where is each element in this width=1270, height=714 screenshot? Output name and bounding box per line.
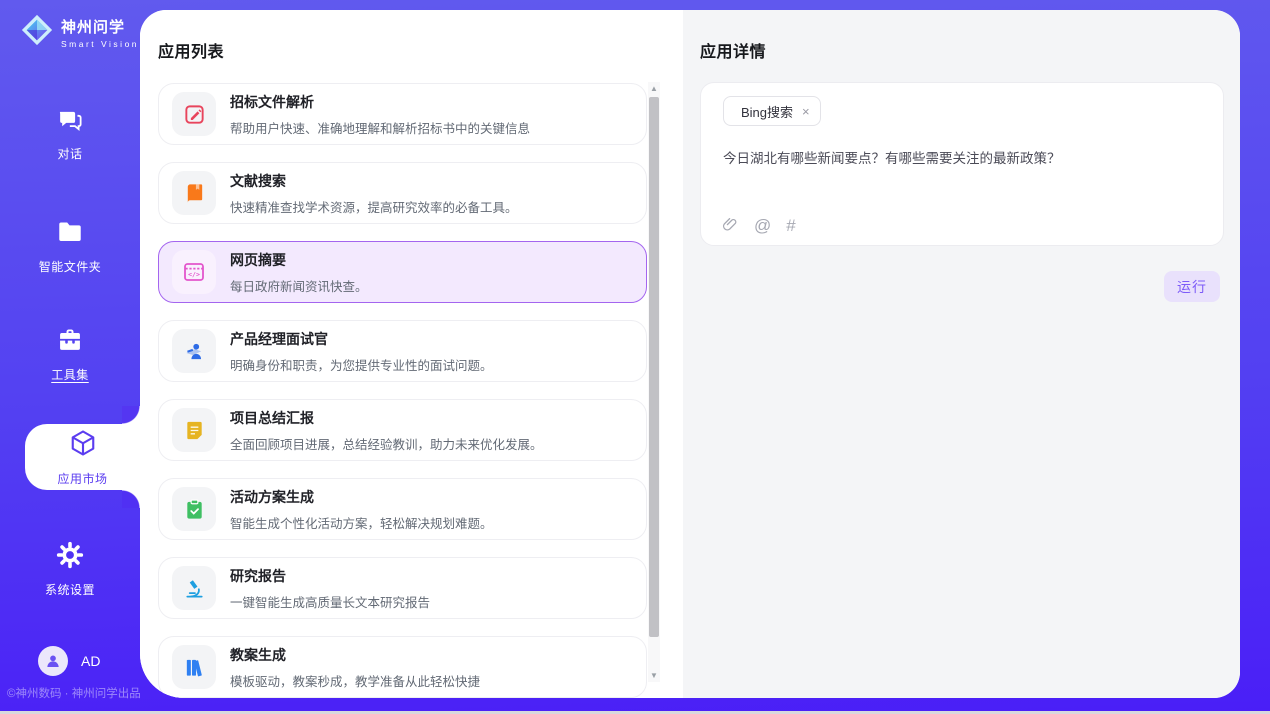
at-icon[interactable]: @ <box>754 217 771 234</box>
interviewer-icon <box>172 329 216 373</box>
tool-chip-label: Bing搜索 <box>741 102 793 121</box>
app-card-title: 文献搜索 <box>230 171 518 191</box>
sidebar-nav: 对话 智能文件夹 工具集 应用市场 系统设置 <box>0 0 140 714</box>
hash-icon[interactable]: # <box>786 217 795 234</box>
note-icon <box>172 408 216 452</box>
paperclip-icon[interactable] <box>721 216 739 234</box>
app-card-description: 快速精准查找学术资源，提高研究效率的必备工具。 <box>230 197 518 216</box>
scroll-up-icon[interactable]: ▲ <box>648 84 660 93</box>
app-card-description: 每日政府新闻资讯快查。 <box>230 276 368 295</box>
query-input[interactable]: 今日湖北有哪些新闻要点？有哪些需要关注的最新政策？ <box>723 149 1201 169</box>
scrollbar-thumb[interactable] <box>649 97 659 637</box>
microscope-icon <box>172 566 216 610</box>
app-card[interactable]: 研究报告 一键智能生成高质量长文本研究报告 <box>158 557 647 619</box>
app-list: 招标文件解析 帮助用户快速、准确地理解和解析招标书中的关键信息 文献搜索 快速精… <box>158 83 647 698</box>
toolbox-icon <box>56 326 84 359</box>
avatar[interactable] <box>38 646 68 676</box>
app-card-title: 产品经理面试官 <box>230 329 493 349</box>
main-content: 应用列表 招标文件解析 帮助用户快速、准确地理解和解析招标书中的关键信息 文献搜… <box>140 10 1240 698</box>
app-card-description: 一键智能生成高质量长文本研究报告 <box>230 592 430 611</box>
svg-text:</>: </> <box>188 271 200 279</box>
app-card-title: 研究报告 <box>230 566 430 586</box>
sidebar-item[interactable]: 对话 <box>0 106 140 162</box>
app-card[interactable]: 文献搜索 快速精准查找学术资源，提高研究效率的必备工具。 <box>158 162 647 224</box>
app-card-title: 网页摘要 <box>230 250 368 270</box>
app-card-description: 全面回顾项目进展，总结经验教训，助力未来优化发展。 <box>230 434 543 453</box>
app-card[interactable]: 活动方案生成 智能生成个性化活动方案，轻松解决规划难题。 <box>158 478 647 540</box>
copyright-footer: ©神州数码 · 神州问学出品 <box>7 685 141 701</box>
book-icon <box>172 171 216 215</box>
app-card-title: 活动方案生成 <box>230 487 493 507</box>
app-card-description: 明确身份和职责，为您提供专业性的面试问题。 <box>230 355 493 374</box>
app-card-description: 模板驱动，教案秒成，教学准备从此轻松快捷 <box>230 671 480 690</box>
app-card[interactable]: 招标文件解析 帮助用户快速、准确地理解和解析招标书中的关键信息 <box>158 83 647 145</box>
sidebar-item[interactable]: 智能文件夹 <box>0 218 140 275</box>
app-card-title: 教案生成 <box>230 645 480 665</box>
scrollbar[interactable]: ▲ ▼ <box>648 82 660 682</box>
chat-icon <box>57 106 84 138</box>
composer-toolbar: @# <box>721 216 796 234</box>
app-card-description: 帮助用户快速、准确地理解和解析招标书中的关键信息 <box>230 118 530 137</box>
sidebar: 神州问学 Smart Vision 对话 智能文件夹 工具集 应用市场 系统设置… <box>0 0 140 714</box>
document-edit-icon <box>172 92 216 136</box>
app-card[interactable]: 产品经理面试官 明确身份和职责，为您提供专业性的面试问题。 <box>158 320 647 382</box>
sidebar-item[interactable]: 应用市场 <box>25 424 140 490</box>
sidebar-item[interactable]: 系统设置 <box>0 541 140 598</box>
app-list-pane: 应用列表 招标文件解析 帮助用户快速、准确地理解和解析招标书中的关键信息 文献搜… <box>140 10 683 698</box>
close-icon[interactable]: × <box>802 104 810 119</box>
scroll-down-icon[interactable]: ▼ <box>648 671 660 680</box>
prompt-card: Bing搜索 × 今日湖北有哪些新闻要点？有哪些需要关注的最新政策？ @# <box>700 82 1224 246</box>
user-row[interactable]: AD <box>38 646 100 676</box>
sidebar-item[interactable]: 工具集 <box>0 326 140 383</box>
gear-icon <box>56 541 84 574</box>
books-icon <box>172 645 216 689</box>
app-card-title: 招标文件解析 <box>230 92 530 112</box>
app-detail-title: 应用详情 <box>700 38 766 62</box>
folder-icon <box>56 218 84 251</box>
run-button[interactable]: 运行 <box>1164 271 1220 302</box>
app-card[interactable]: 教案生成 模板驱动，教案秒成，教学准备从此轻松快捷 <box>158 636 647 698</box>
app-list-title: 应用列表 <box>158 38 224 62</box>
browser-code-icon: </> <box>172 250 216 294</box>
user-initials: AD <box>81 653 100 669</box>
app-card-description: 智能生成个性化活动方案，轻松解决规划难题。 <box>230 513 493 532</box>
app-card-title: 项目总结汇报 <box>230 408 543 428</box>
app-detail-pane: 应用详情 Bing搜索 × 今日湖北有哪些新闻要点？有哪些需要关注的最新政策？ … <box>683 10 1240 698</box>
app-card[interactable]: </> 网页摘要 每日政府新闻资讯快查。 <box>158 241 647 303</box>
clipboard-check-icon <box>172 487 216 531</box>
tool-chip-bing-search[interactable]: Bing搜索 × <box>723 96 821 126</box>
cube-icon <box>68 428 98 463</box>
app-card[interactable]: 项目总结汇报 全面回顾项目进展，总结经验教训，助力未来优化发展。 <box>158 399 647 461</box>
